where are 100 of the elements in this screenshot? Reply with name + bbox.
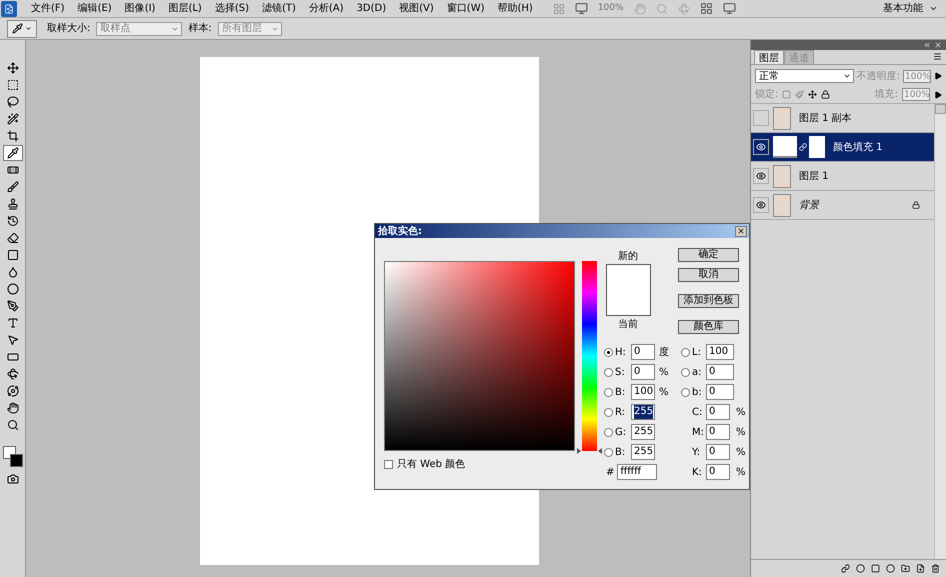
panel-menu-icon[interactable] xyxy=(933,52,942,61)
menu-item[interactable]: 窗口(W) xyxy=(446,1,484,16)
layer-name: 图层 1 xyxy=(799,170,829,184)
menu-item[interactable]: 帮助(H) xyxy=(498,1,533,16)
menu-item[interactable]: 图像(I) xyxy=(124,1,156,16)
effects-icon[interactable] xyxy=(856,564,865,573)
panel-tab[interactable]: 图层 xyxy=(754,50,784,64)
radio-button[interactable] xyxy=(604,388,613,396)
new-layer-icon[interactable] xyxy=(916,564,925,573)
collapse-icon[interactable] xyxy=(923,41,931,49)
menu-item[interactable]: 编辑(E) xyxy=(78,1,112,16)
screen-mode-icon[interactable] xyxy=(722,2,736,15)
dialog-button[interactable]: 取消 xyxy=(678,268,739,282)
field-label: b: xyxy=(692,386,703,400)
visibility-toggle[interactable] xyxy=(753,197,769,213)
value-field[interactable]: 100 xyxy=(706,344,734,360)
value-field[interactable]: 255 xyxy=(631,444,655,460)
hand-tool-icon xyxy=(6,402,18,414)
radio-button[interactable] xyxy=(604,408,613,416)
eraser-tool-icon xyxy=(6,232,18,244)
dialog-button[interactable]: 颜色库 xyxy=(678,320,739,334)
arrange-icon[interactable] xyxy=(700,2,713,15)
link-layers-icon[interactable] xyxy=(841,564,850,573)
visibility-toggle[interactable] xyxy=(753,139,769,155)
menu-item[interactable]: 视图(V) xyxy=(399,1,434,16)
new-group-icon[interactable] xyxy=(901,564,910,573)
blend-mode-dropdown[interactable]: 正常 xyxy=(755,69,854,83)
workspace-menu[interactable]: 基本功能 xyxy=(883,1,938,16)
caret-icon xyxy=(25,25,32,32)
fill-arrow-icon[interactable] xyxy=(934,90,942,98)
menu-item[interactable]: 3D(D) xyxy=(356,1,386,16)
value-field[interactable]: 0 xyxy=(706,404,730,420)
new-label: 新的 xyxy=(618,250,638,264)
value-field[interactable]: 0 xyxy=(706,364,734,380)
visibility-toggle[interactable] xyxy=(753,110,769,126)
stamp-tool-icon xyxy=(6,198,18,210)
value-field[interactable]: 0 xyxy=(706,384,734,400)
adjustment-icon[interactable] xyxy=(886,564,895,573)
caret-icon xyxy=(929,4,938,13)
close-icon xyxy=(737,227,745,235)
tool-preset-picker[interactable] xyxy=(7,20,37,38)
color-swatches-icon[interactable] xyxy=(2,446,22,468)
value-field[interactable]: 100 xyxy=(631,384,655,400)
value-field[interactable]: 0 xyxy=(631,364,655,380)
lock-all-icon[interactable] xyxy=(821,90,830,99)
menu-item[interactable]: 文件(F) xyxy=(31,1,65,16)
scrollbar[interactable] xyxy=(934,104,946,559)
field-label: Y: xyxy=(692,446,702,460)
dialog-title: 拾取实色: xyxy=(378,224,422,238)
field-label: H: xyxy=(615,346,627,360)
value-field[interactable]: 0 xyxy=(706,464,730,480)
delete-icon[interactable] xyxy=(931,564,940,573)
gradient-tool-icon xyxy=(6,249,18,261)
type-tool-icon xyxy=(6,317,18,329)
unit-label: % xyxy=(659,366,670,380)
menu-item[interactable]: 分析(A) xyxy=(308,1,344,16)
value-field[interactable]: 0 xyxy=(706,444,730,460)
menu-item[interactable]: 图层(L) xyxy=(168,1,202,16)
unit-label: % xyxy=(736,406,746,420)
dialog-button[interactable]: 添加到色板 xyxy=(678,294,739,308)
checkbox[interactable] xyxy=(384,460,393,469)
radio-button[interactable] xyxy=(681,368,690,376)
sample-size-dropdown[interactable]: 取样点 xyxy=(96,22,182,36)
radio-button[interactable] xyxy=(681,388,690,396)
move-tool-icon xyxy=(6,62,18,74)
color-field[interactable] xyxy=(384,261,575,451)
opacity-arrow-icon[interactable] xyxy=(934,72,942,80)
value-field[interactable]: 0 xyxy=(631,344,655,360)
dialog-button[interactable]: 确定 xyxy=(678,248,739,262)
lock-move-icon[interactable] xyxy=(808,90,818,99)
layer-row[interactable]: 颜色填充 1 xyxy=(751,133,934,162)
radio-button[interactable] xyxy=(604,428,613,436)
radio-button[interactable] xyxy=(604,368,613,376)
value-field[interactable]: 0 xyxy=(706,424,730,440)
value-field[interactable]: 255 xyxy=(631,404,655,420)
field-label: R: xyxy=(615,406,626,420)
view-icon[interactable] xyxy=(574,2,588,15)
tool-button[interactable] xyxy=(2,145,22,161)
heal-tool-icon xyxy=(6,164,18,176)
add-mask-icon[interactable] xyxy=(871,564,880,573)
layer-row[interactable]: 图层 1 xyxy=(751,162,934,191)
field-label: M: xyxy=(692,426,704,440)
menu-item[interactable]: 选择(S) xyxy=(214,1,249,16)
radio-button[interactable] xyxy=(681,348,690,356)
close-button[interactable] xyxy=(735,226,747,236)
quick-mask-icon[interactable] xyxy=(6,473,18,485)
pen-tool-icon xyxy=(6,300,18,312)
value-field[interactable]: ffffff xyxy=(617,464,658,480)
layer-row[interactable]: 背景 xyxy=(751,191,934,220)
menu-item[interactable]: 滤镜(T) xyxy=(262,1,296,16)
unit-label: 度 xyxy=(659,346,670,360)
close-icon[interactable] xyxy=(934,41,942,49)
value-field[interactable]: 255 xyxy=(631,424,655,440)
brush-tool-icon xyxy=(6,181,18,193)
sample-size-label: 取样大小: xyxy=(47,22,90,36)
visibility-toggle[interactable] xyxy=(753,168,769,184)
mask-thumbnail xyxy=(809,136,825,158)
field-label: B: xyxy=(615,386,626,400)
radio-button[interactable] xyxy=(604,348,613,356)
radio-button[interactable] xyxy=(604,448,613,456)
